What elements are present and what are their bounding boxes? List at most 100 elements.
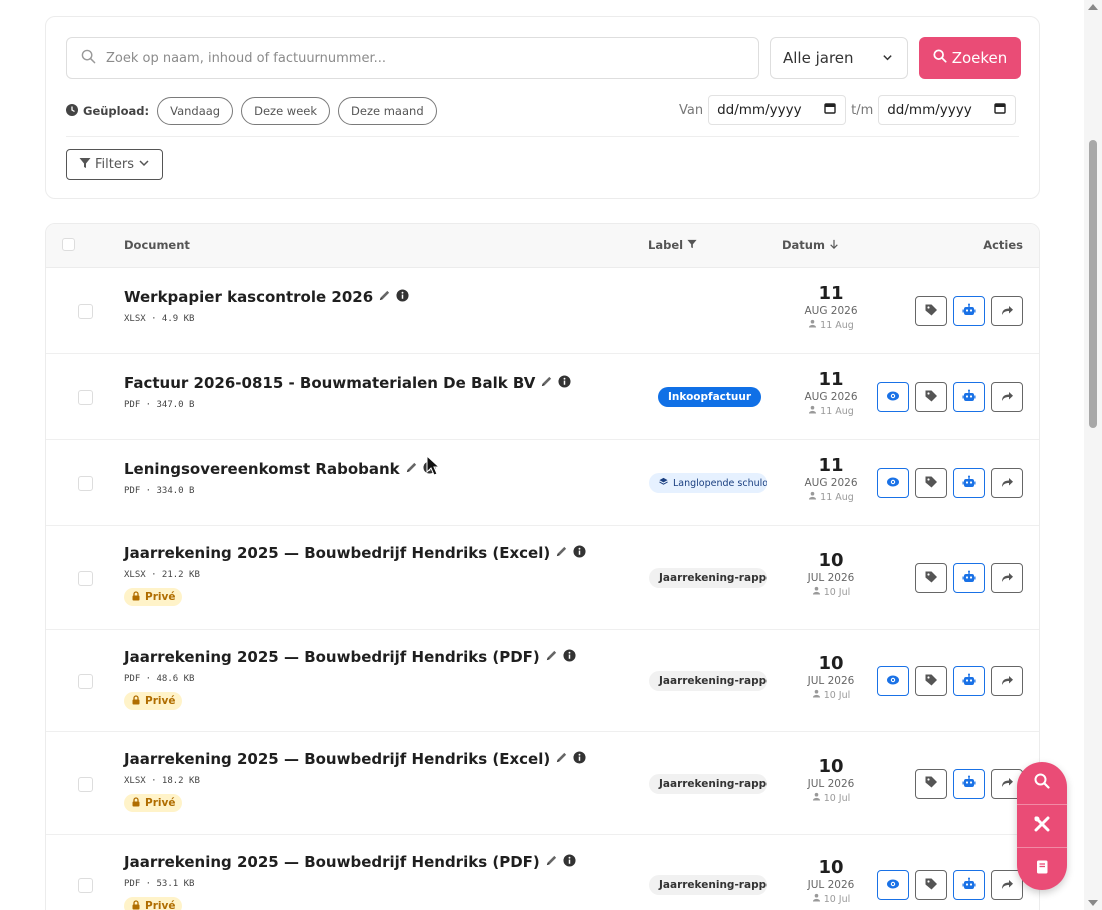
tag-button[interactable] (915, 768, 947, 799)
ai-assistant-button[interactable] (953, 382, 985, 412)
chip-today[interactable]: Vandaag (157, 97, 234, 125)
header-date[interactable]: Datum (782, 238, 839, 252)
info-icon[interactable] (558, 374, 571, 392)
row-actions (877, 666, 1023, 696)
row-checkbox[interactable] (78, 776, 93, 792)
row-checkbox[interactable] (78, 476, 93, 491)
tag-button[interactable] (915, 563, 947, 593)
scroll-up-arrow-icon[interactable] (1088, 4, 1098, 10)
ai-assistant-button[interactable] (953, 870, 985, 900)
label-pill[interactable]: Inkoopfactuur (658, 387, 762, 407)
tag-button[interactable] (915, 870, 947, 900)
table-row[interactable]: Jaarrekening 2025 — Bouwbedrijf Hendriks… (46, 835, 1039, 910)
info-icon[interactable] (573, 544, 586, 562)
tag-button[interactable] (915, 468, 947, 498)
row-checkbox[interactable] (78, 304, 93, 319)
scrollbar[interactable] (1084, 0, 1102, 910)
table-row[interactable]: Jaarrekening 2025 — Bouwbedrijf Hendriks… (46, 732, 1039, 835)
document-title[interactable]: Jaarrekening 2025 — Bouwbedrijf Hendriks… (124, 853, 540, 871)
fab-tools-button[interactable] (1017, 805, 1067, 847)
select-all-checkbox[interactable] (62, 238, 75, 251)
share-button[interactable] (991, 296, 1023, 326)
label-pill[interactable]: Langlopende schulden (649, 473, 767, 493)
document-title[interactable]: Werkpapier kascontrole 2026 (124, 288, 373, 306)
scrollbar-thumb[interactable] (1089, 140, 1097, 428)
scroll-down-arrow-icon[interactable] (1088, 900, 1098, 906)
share-button[interactable] (991, 468, 1023, 498)
share-icon (1000, 672, 1014, 691)
ai-assistant-button[interactable] (953, 563, 985, 593)
upload-date: 10 Jul (791, 791, 871, 807)
pencil-icon[interactable] (555, 750, 568, 768)
lock-icon (131, 899, 141, 910)
search-button[interactable]: Zoeken (919, 37, 1021, 79)
document-title[interactable]: Factuur 2026-0815 - Bouwmaterialen De Ba… (124, 374, 535, 392)
date-month: AUG 2026 (804, 305, 858, 317)
header-label[interactable]: Label (648, 238, 697, 252)
tag-button[interactable] (915, 666, 947, 696)
document-title[interactable]: Leningsovereenkomst Rabobank (124, 460, 400, 478)
share-icon (1000, 388, 1014, 407)
view-button[interactable] (877, 468, 909, 498)
info-icon[interactable] (563, 648, 576, 666)
ai-assistant-button[interactable] (953, 768, 985, 799)
tag-icon (924, 302, 938, 321)
share-button[interactable] (991, 382, 1023, 412)
filters-button[interactable]: Filters (66, 149, 163, 180)
label-pill[interactable]: Jaarrekening-rapport (649, 875, 767, 895)
pencil-icon[interactable] (555, 544, 568, 562)
table-row[interactable]: Leningsovereenkomst Rabobank PDF · 334.0 … (46, 440, 1039, 526)
upload-date-text: 10 Jul (823, 792, 851, 804)
private-badge: Privé (124, 588, 183, 606)
table-row[interactable]: Factuur 2026-0815 - Bouwmaterialen De Ba… (46, 354, 1039, 440)
ai-assistant-button[interactable] (953, 666, 985, 696)
date-day: 10 (818, 755, 844, 777)
date-from-field[interactable]: dd/mm/yyyy (708, 95, 847, 125)
header-date-text: Datum (782, 238, 825, 252)
document-title[interactable]: Jaarrekening 2025 — Bouwbedrijf Hendriks… (124, 648, 540, 666)
info-icon[interactable] (396, 288, 409, 306)
view-button[interactable] (877, 870, 909, 900)
row-checkbox[interactable] (78, 571, 93, 586)
lock-icon (131, 694, 141, 708)
pencil-icon[interactable] (545, 648, 558, 666)
chip-this-month[interactable]: Deze maand (338, 97, 437, 125)
ai-assistant-button[interactable] (953, 296, 985, 326)
row-actions (915, 563, 1023, 593)
view-button[interactable] (877, 382, 909, 412)
date-to-field[interactable]: dd/mm/yyyy (878, 95, 1017, 125)
row-checkbox[interactable] (78, 390, 93, 405)
share-button[interactable] (991, 563, 1023, 593)
view-button[interactable] (877, 666, 909, 696)
fab-search-button[interactable] (1017, 762, 1067, 804)
table-row[interactable]: Jaarrekening 2025 — Bouwbedrijf Hendriks… (46, 630, 1039, 732)
ai-assistant-button[interactable] (953, 468, 985, 498)
label-pill[interactable]: Jaarrekening-rapport (649, 773, 767, 794)
table-row[interactable]: Jaarrekening 2025 — Bouwbedrijf Hendriks… (46, 526, 1039, 630)
year-select[interactable]: Alle jaren (770, 37, 908, 79)
label-pill[interactable]: Jaarrekening-rapport (649, 671, 767, 691)
eye-icon (886, 876, 900, 895)
row-checkbox[interactable] (78, 878, 93, 893)
row-checkbox[interactable] (78, 674, 93, 689)
upload-date: 11 Aug (791, 404, 871, 420)
info-icon[interactable] (563, 853, 576, 871)
info-icon[interactable] (573, 750, 586, 768)
header-document[interactable]: Document (124, 238, 190, 252)
chip-this-week[interactable]: Deze week (241, 97, 331, 125)
tag-button[interactable] (915, 296, 947, 326)
fab-book-button[interactable] (1017, 848, 1067, 890)
share-button[interactable] (991, 666, 1023, 696)
table-row[interactable]: Werkpapier kascontrole 2026 XLSX · 4.9 KB… (46, 268, 1039, 354)
tag-button[interactable] (915, 382, 947, 412)
search-input[interactable] (106, 50, 706, 66)
year-select-value: Alle jaren (783, 49, 854, 67)
pencil-icon[interactable] (540, 374, 553, 392)
pencil-icon[interactable] (545, 853, 558, 871)
search-box[interactable] (66, 37, 759, 79)
document-title[interactable]: Jaarrekening 2025 — Bouwbedrijf Hendriks… (124, 750, 550, 768)
pencil-icon[interactable] (405, 460, 418, 478)
label-pill[interactable]: Jaarrekening-rapport (649, 568, 767, 588)
pencil-icon[interactable] (378, 288, 391, 306)
document-title[interactable]: Jaarrekening 2025 — Bouwbedrijf Hendriks… (124, 544, 550, 562)
